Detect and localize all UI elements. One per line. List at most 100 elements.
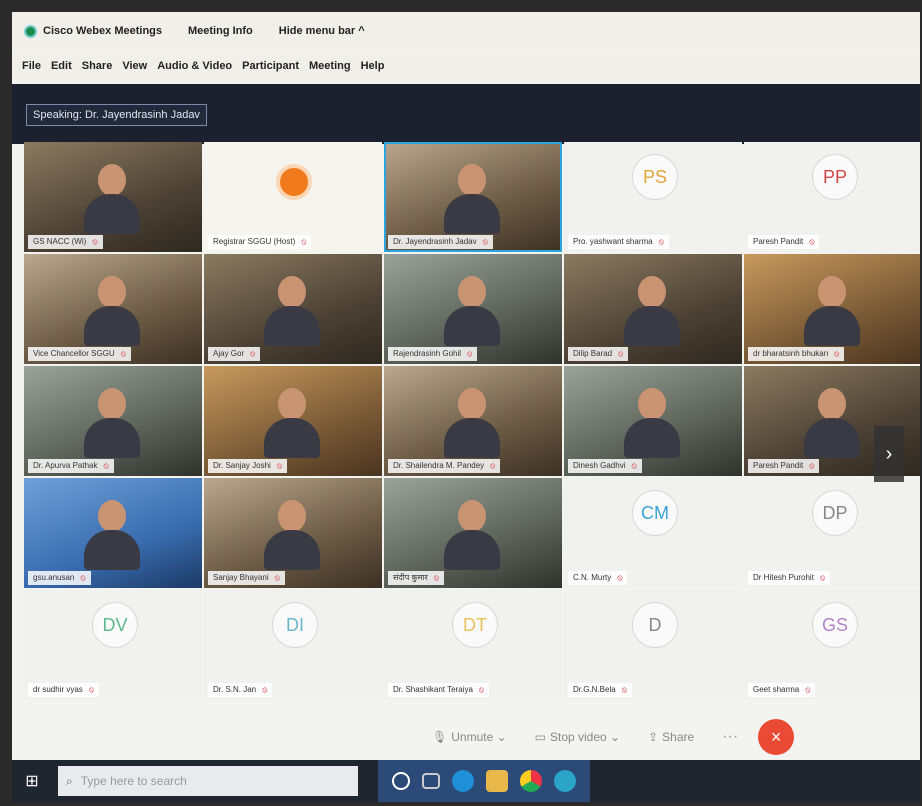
participant-tile[interactable]: PP Paresh Pandit ⦸ (744, 142, 920, 252)
menu-audio-video[interactable]: Audio & Video (157, 60, 232, 72)
webex-taskbar-icon[interactable] (554, 770, 576, 792)
participant-name: Dr.G.N.Bela (573, 685, 616, 694)
participant-tile[interactable]: GS Geet sharma ⦸ (744, 590, 920, 700)
university-logo-icon (276, 164, 312, 200)
mic-muted-icon: ⦸ (621, 685, 627, 694)
participant-video (84, 164, 140, 234)
participant-video (264, 276, 320, 346)
mic-muted-icon: ⦸ (103, 461, 109, 470)
participant-tile[interactable]: GS NACC (Wi) ⦸ (24, 142, 202, 252)
mic-muted-icon: ⦸ (490, 461, 496, 470)
participant-tile[interactable]: Dr. Shailendra M. Pandey ⦸ (384, 366, 562, 476)
participant-avatar: PP (812, 154, 858, 200)
participant-video (804, 276, 860, 346)
participant-name: Dr. Sanjay Joshi (213, 461, 271, 470)
participant-nameplate: Pro. yashwant sharma ⦸ (568, 235, 669, 249)
mic-muted-icon: ⦸ (92, 237, 98, 246)
participant-nameplate: Registrar SGGU (Host) ⦸ (208, 235, 312, 249)
mic-muted-icon: ⦸ (482, 237, 488, 246)
participant-tile[interactable]: Dilip Barad ⦸ (564, 254, 742, 364)
participant-tile[interactable]: Sanjay Bhayani ⦸ (204, 478, 382, 588)
participant-tile[interactable]: DV dr sudhir vyas ⦸ (24, 590, 202, 700)
participant-nameplate: gsu.anusan ⦸ (28, 571, 91, 585)
participant-nameplate: Dr. Shailendra M. Pandey ⦸ (388, 459, 501, 473)
windows-taskbar: ⊞ ⌕ Type here to search (12, 760, 920, 802)
participant-name: Paresh Pandit (753, 237, 804, 246)
menu-share[interactable]: Share (82, 60, 113, 72)
participant-name: dr bharatsinh bhukan (753, 349, 829, 358)
chevron-down-icon[interactable]: ⌄ (493, 730, 507, 744)
app-title: Cisco Webex Meetings (43, 25, 162, 37)
end-call-button[interactable]: × (758, 719, 795, 755)
participant-name: C.N. Murty (573, 573, 612, 582)
more-options-button[interactable]: ··· (722, 728, 738, 746)
hide-menu-bar-button[interactable]: Hide menu bar ^ (279, 25, 365, 37)
participant-nameplate: संदीप कुमार ⦸ (388, 571, 444, 585)
chrome-icon[interactable] (520, 770, 542, 792)
participant-tile[interactable]: Dr. Apurva Pathak ⦸ (24, 366, 202, 476)
stop-video-label: Stop video (550, 730, 607, 744)
participant-tile[interactable]: Vice Chancellor SGGU ⦸ (24, 254, 202, 364)
menu-edit[interactable]: Edit (51, 60, 72, 72)
participant-name: Dr. Apurva Pathak (33, 461, 98, 470)
menu-help[interactable]: Help (361, 60, 385, 72)
participant-name: dr sudhir vyas (33, 685, 83, 694)
share-label: Share (662, 730, 695, 744)
participant-tile[interactable]: DI Dr. S.N. Jan ⦸ (204, 590, 382, 700)
mic-muted-icon: ⦸ (618, 349, 624, 358)
menu-view[interactable]: View (122, 60, 147, 72)
participant-nameplate: Dr.G.N.Bela ⦸ (568, 683, 632, 697)
chevron-down-icon[interactable]: ⌄ (607, 730, 620, 744)
stop-video-button[interactable]: ▭ Stop video ⌄ (535, 730, 620, 744)
windows-start-icon[interactable]: ⊞ (12, 760, 52, 802)
task-view-icon[interactable] (422, 773, 440, 789)
unmute-button[interactable]: 🎙 Unmute ⌄ (432, 730, 507, 744)
participant-tile[interactable]: Registrar SGGU (Host) ⦸ (204, 142, 382, 252)
cortana-icon[interactable] (392, 772, 410, 790)
participant-tile[interactable]: PS Pro. yashwant sharma ⦸ (564, 142, 742, 252)
participant-tile[interactable]: Dinesh Gadhvi ⦸ (564, 366, 742, 476)
participant-name: संदीप कुमार (393, 573, 428, 582)
participant-name: Registrar SGGU (Host) (213, 237, 296, 246)
mic-muted-icon: ⦸ (631, 461, 637, 470)
participant-tile[interactable]: Ajay Gor ⦸ (204, 254, 382, 364)
participant-tile[interactable]: Rajendrasinh Gohil ⦸ (384, 254, 562, 364)
participant-video (84, 500, 140, 570)
participant-video (264, 500, 320, 570)
participant-tile[interactable]: CM C.N. Murty ⦸ (564, 478, 742, 588)
participant-name: Dilip Barad (573, 349, 613, 358)
participant-tile[interactable]: संदीप कुमार ⦸ (384, 478, 562, 588)
mic-muted-icon: ⦸ (301, 237, 307, 246)
taskbar-search-box[interactable]: ⌕ Type here to search (58, 766, 358, 796)
menu-participant[interactable]: Participant (242, 60, 299, 72)
participant-nameplate: Vice Chancellor SGGU ⦸ (28, 347, 131, 361)
taskbar-search-placeholder: Type here to search (80, 774, 187, 788)
participant-tile[interactable]: gsu.anusan ⦸ (24, 478, 202, 588)
meeting-info-button[interactable]: Meeting Info (188, 25, 253, 37)
menu-meeting[interactable]: Meeting (309, 60, 351, 72)
participant-tile[interactable]: DT Dr. Shashikant Teraiya ⦸ (384, 590, 562, 700)
participant-tile[interactable]: Dr. Jayendrasinh Jadav ⦸ (384, 142, 562, 252)
mic-muted-icon: ⦸ (250, 349, 256, 358)
participant-video (804, 388, 860, 458)
mic-muted-icon: ⦸ (80, 573, 86, 582)
participant-name: Dr. Shashikant Teraiya (393, 685, 473, 694)
share-icon: ⇪ (648, 730, 659, 744)
menu-file[interactable]: File (22, 60, 41, 72)
participant-name: GS NACC (Wi) (33, 237, 87, 246)
participant-nameplate: Dr. Jayendrasinh Jadav ⦸ (388, 235, 493, 249)
participant-nameplate: C.N. Murty ⦸ (568, 571, 628, 585)
participant-tile[interactable]: D Dr.G.N.Bela ⦸ (564, 590, 742, 700)
participant-tile[interactable]: dr bharatsinh bhukan ⦸ (744, 254, 920, 364)
participant-nameplate: Dr. Apurva Pathak ⦸ (28, 459, 114, 473)
mic-muted-icon: ⦸ (658, 237, 664, 246)
participant-tile[interactable]: DP Dr Hitesh Purohit ⦸ (744, 478, 920, 588)
share-button[interactable]: ⇪ Share (648, 730, 694, 744)
speaker-bar: Speaking: Dr. Jayendrasinh Jadav (12, 84, 920, 144)
next-page-arrow-icon[interactable]: › (874, 426, 904, 482)
edge-browser-icon[interactable] (452, 770, 474, 792)
participant-name: Dr Hitesh Purohit (753, 573, 814, 582)
participant-tile[interactable]: Dr. Sanjay Joshi ⦸ (204, 366, 382, 476)
file-explorer-icon[interactable] (486, 770, 508, 792)
participant-nameplate: dr sudhir vyas ⦸ (28, 683, 100, 697)
